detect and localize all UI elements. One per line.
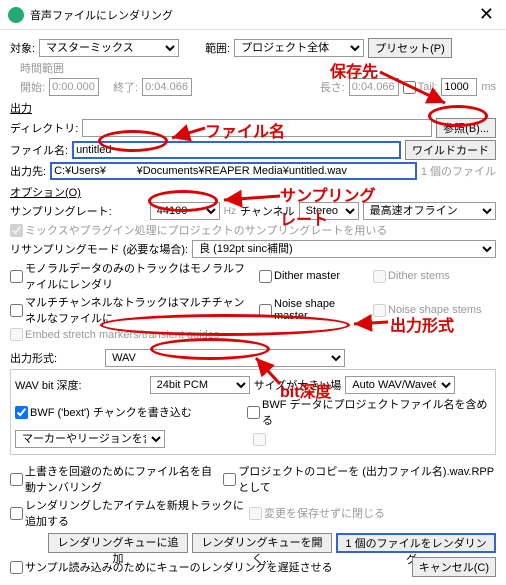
unknown-checkbox — [253, 433, 266, 446]
tail-unit: ms — [481, 81, 496, 93]
dither-master-checkbox[interactable] — [259, 270, 272, 283]
end-input — [142, 78, 192, 96]
mixnote-checkbox — [10, 224, 23, 237]
range-select[interactable]: プロジェクト全体 — [234, 39, 364, 57]
close-icon[interactable]: ✕ — [475, 4, 498, 25]
channels-label: チャンネル — [240, 203, 295, 219]
filename-input[interactable] — [72, 141, 401, 159]
add-queue-button[interactable]: レンダリングキューに追加 — [48, 533, 188, 553]
app-icon — [8, 7, 24, 23]
srate-select[interactable]: 44100 — [150, 202, 220, 220]
embed-checkbox — [10, 328, 23, 341]
marker-select[interactable]: マーカーやリージョンを含めない — [15, 430, 165, 448]
newtrack-checkbox[interactable] — [10, 507, 23, 520]
timerange-label: 時間範囲 — [20, 60, 64, 76]
mono-checkbox[interactable] — [10, 270, 23, 283]
offline-select[interactable]: 最高速オフライン — [363, 202, 496, 220]
mixnote-label: ミックスやプラグイン処理にプロジェクトのサンプリングレートを用いる — [25, 222, 387, 238]
rpp-checkbox[interactable] — [223, 473, 236, 486]
noise-stems-checkbox — [373, 304, 386, 317]
start-label: 開始: — [20, 79, 45, 95]
length-label: 長さ: — [320, 79, 345, 95]
range-label: 範囲: — [205, 40, 230, 56]
tail-input[interactable] — [441, 78, 477, 96]
format-label: 出力形式: — [10, 350, 57, 366]
tail-checkbox[interactable] — [403, 81, 416, 94]
bitdepth-select[interactable]: 24bit PCM — [150, 376, 250, 394]
dir-label: ディレクトリ: — [10, 120, 78, 136]
tail-label: Tail: — [418, 81, 438, 93]
size-select[interactable]: Auto WAV/Wave64 — [345, 376, 455, 394]
autonum-checkbox[interactable] — [10, 473, 23, 486]
srate-label: サンプリングレート: — [10, 203, 112, 219]
start-input — [49, 78, 99, 96]
cancel-button[interactable]: キャンセル(C) — [412, 557, 496, 577]
format-select[interactable]: WAV — [105, 349, 345, 367]
resample-select[interactable]: 良 (192pt sinc補間) — [192, 240, 496, 258]
channels-select[interactable]: Stereo — [299, 202, 359, 220]
render-button[interactable]: 1 個のファイルをレンダリング... — [336, 533, 496, 553]
filename-label: ファイル名: — [10, 142, 68, 158]
bwfproj-checkbox[interactable] — [247, 406, 260, 419]
outpath-input[interactable] — [50, 162, 417, 180]
bitdepth-label: WAV bit 深度: — [15, 377, 82, 393]
bwf-checkbox[interactable] — [15, 406, 28, 419]
delay-checkbox[interactable] — [10, 561, 23, 574]
filecount-label: 1 個のファイル — [421, 163, 496, 179]
options-section: オプション(O) — [10, 184, 496, 200]
savechg-checkbox — [249, 507, 262, 520]
target-label: 対象: — [10, 40, 35, 56]
dir-input[interactable] — [82, 119, 432, 137]
dither-stems-checkbox — [373, 270, 386, 283]
size-label: サイズが大きい場 — [254, 377, 342, 393]
window-title: 音声ファイルにレンダリング — [30, 7, 475, 23]
target-select[interactable]: マスターミックス — [39, 39, 179, 57]
wildcard-button[interactable]: ワイルドカード — [405, 140, 496, 160]
output-section: 出力 — [10, 100, 496, 116]
preset-button[interactable]: プリセット(P) — [368, 38, 452, 58]
length-input — [349, 78, 399, 96]
resample-label: リサンプリングモード (必要な場合): — [10, 241, 188, 257]
browse-button[interactable]: 参照(B)... — [436, 118, 496, 138]
end-label: 終了: — [113, 79, 138, 95]
noise-master-checkbox[interactable] — [259, 304, 272, 317]
multi-checkbox[interactable] — [10, 304, 23, 317]
outpath-label: 出力先: — [10, 163, 46, 179]
open-queue-button[interactable]: レンダリングキューを開く... — [192, 533, 332, 553]
